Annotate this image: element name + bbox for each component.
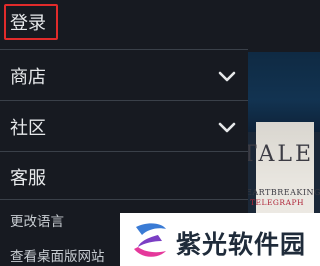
- login-button[interactable]: 登录: [10, 9, 46, 35]
- background-banner: [248, 52, 320, 132]
- watermark-text: 紫光软件园: [176, 230, 307, 259]
- zi-guang-logo-icon: [134, 223, 166, 257]
- menu-divider: [0, 199, 248, 200]
- chevron-down-icon[interactable]: [218, 118, 236, 136]
- book-subtitle: EARTBREAKING: [248, 188, 320, 197]
- menu-item-support[interactable]: 客服: [0, 152, 248, 200]
- desktop-site-link[interactable]: 查看桌面版网站: [10, 245, 105, 265]
- menu-item-label: 客服: [10, 168, 46, 189]
- menu-item-community[interactable]: 社区: [0, 101, 248, 151]
- app-root: TALE EARTBREAKING TELEGRAPH 登录 商店 社区 客服 …: [0, 0, 320, 266]
- chevron-down-icon[interactable]: [218, 67, 236, 85]
- watermark: 紫光软件园: [120, 213, 320, 266]
- menu-item-store[interactable]: 商店: [0, 50, 248, 100]
- background-header: [248, 0, 320, 52]
- menu-item-label: 商店: [10, 67, 46, 88]
- change-language-link[interactable]: 更改语言: [10, 210, 64, 230]
- book-publisher: TELEGRAPH: [250, 198, 305, 207]
- book-title: TALE: [248, 142, 315, 167]
- menu-item-label: 社区: [10, 118, 46, 139]
